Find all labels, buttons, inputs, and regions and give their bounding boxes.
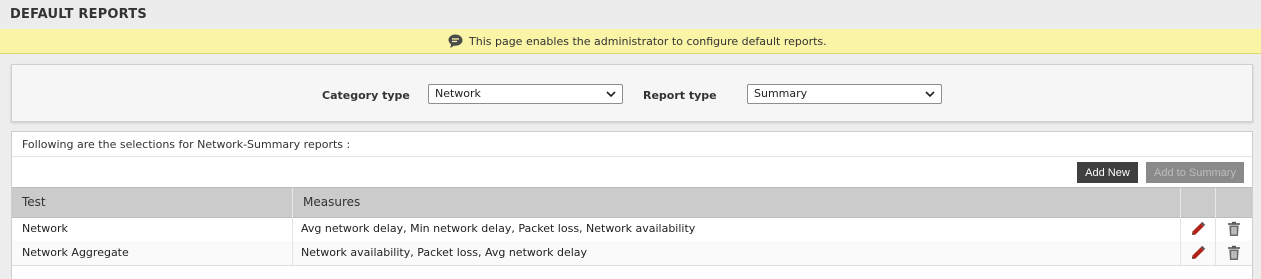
category-type-label: Category type (322, 89, 410, 102)
report-type-label: Report type (643, 89, 717, 102)
results-caption: Following are the selections for Network… (22, 138, 351, 151)
speech-bubble-icon (448, 34, 463, 48)
test-cell: Network Aggregate (22, 246, 129, 259)
column-divider (1215, 188, 1216, 217)
results-panel: Following are the selections for Network… (11, 131, 1253, 279)
report-type-value: Summary (754, 87, 808, 100)
column-header-measures: Measures (303, 195, 361, 209)
chevron-down-icon (925, 91, 935, 98)
table-header: Test Measures (12, 187, 1252, 218)
add-to-summary-button[interactable]: Add to Summary (1146, 162, 1244, 183)
category-type-select[interactable]: Network (428, 84, 623, 104)
add-new-button[interactable]: Add New (1077, 162, 1138, 183)
measures-cell: Network availability, Packet loss, Avg n… (301, 246, 588, 259)
trash-icon[interactable] (1226, 245, 1242, 261)
info-text: This page enables the administrator to c… (469, 34, 827, 48)
column-divider (1215, 241, 1216, 265)
column-divider (292, 241, 293, 265)
divider (12, 156, 1252, 157)
column-header-test: Test (22, 195, 46, 209)
table-row: Network Aggregate Network availability, … (12, 241, 1252, 266)
trash-icon[interactable] (1226, 221, 1242, 237)
page-title: DEFAULT REPORTS (10, 7, 147, 22)
measures-cell: Avg network delay, Min network delay, Pa… (301, 222, 696, 235)
category-type-value: Network (435, 87, 481, 100)
page-header: DEFAULT REPORTS (0, 0, 1261, 30)
chevron-down-icon (606, 91, 616, 98)
filter-panel: Category type Network Report type Summar… (11, 64, 1253, 122)
report-type-select[interactable]: Summary (747, 84, 942, 104)
column-divider (1180, 188, 1181, 217)
table-row: Network Avg network delay, Min network d… (12, 217, 1252, 242)
info-message: This page enables the administrator to c… (447, 32, 827, 50)
column-divider (1180, 217, 1181, 241)
column-divider (1215, 217, 1216, 241)
pencil-icon[interactable] (1190, 245, 1206, 261)
test-cell: Network (22, 222, 68, 235)
column-divider (1180, 241, 1181, 265)
column-divider (292, 217, 293, 241)
column-divider (292, 188, 293, 217)
pencil-icon[interactable] (1190, 221, 1206, 237)
info-bar: This page enables the administrator to c… (0, 29, 1261, 54)
